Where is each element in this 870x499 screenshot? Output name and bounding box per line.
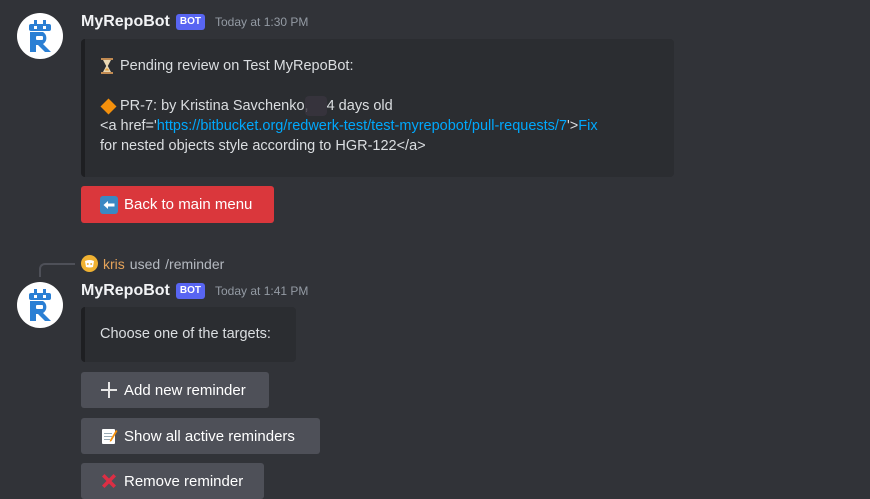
- bot-tag: BOT: [175, 283, 205, 299]
- memo-icon: [100, 427, 118, 445]
- bot-avatar[interactable]: [17, 282, 63, 328]
- command-username[interactable]: kris: [103, 256, 125, 272]
- embed-link-line: <a href='https://bitbucket.org/redwerk-t…: [100, 116, 659, 136]
- pending-title: Pending review on Test MyRepoBot:: [120, 58, 354, 74]
- embed: Choose one of the targets:: [81, 307, 296, 362]
- reply-connector: [39, 263, 75, 277]
- author-name[interactable]: MyRepoBot: [81, 13, 170, 31]
- bot-avatar[interactable]: [17, 13, 63, 59]
- add-new-reminder-button[interactable]: Add new reminder: [81, 372, 269, 408]
- show-reminders-label: Show all active reminders: [124, 427, 295, 445]
- back-button-label: Back to main menu: [124, 196, 253, 213]
- timestamp[interactable]: Today at 1:41 PM: [215, 284, 308, 298]
- message-header: MyRepoBot BOT Today at 1:30 PM: [81, 13, 308, 31]
- command-name[interactable]: /reminder: [165, 256, 224, 272]
- command-usage: kris used /reminder: [81, 255, 224, 272]
- fix-link[interactable]: Fix: [578, 118, 597, 134]
- anchor-mid-text: '>: [567, 118, 579, 134]
- plus-icon: [100, 381, 118, 399]
- choose-target-text: Choose one of the targets:: [100, 326, 271, 342]
- timestamp[interactable]: Today at 1:30 PM: [215, 15, 308, 29]
- left-arrow-icon: [100, 195, 118, 214]
- back-to-main-menu-button[interactable]: Back to main menu: [81, 186, 274, 223]
- bot-logo-icon: [29, 289, 51, 321]
- user-avatar-icon[interactable]: [81, 255, 98, 272]
- embed-last-line: for nested objects style according to HG…: [100, 138, 426, 154]
- bot-tag: BOT: [175, 14, 205, 30]
- remove-reminder-label: Remove reminder: [124, 472, 244, 490]
- bot-logo-icon: [29, 20, 51, 52]
- orange-diamond-icon: [100, 98, 118, 115]
- hourglass-icon: [100, 58, 116, 74]
- embed-line-1: Pending review on Test MyRepoBot:: [100, 56, 659, 76]
- embed: Pending review on Test MyRepoBot: PR-7: …: [81, 39, 674, 177]
- embed-pr-line: PR-7: by Kristina Savchenko, 4 days old: [100, 96, 659, 116]
- show-active-reminders-button[interactable]: Show all active reminders: [81, 418, 320, 454]
- custom-emoji-icon: [304, 96, 327, 116]
- add-reminder-label: Add new reminder: [124, 381, 246, 399]
- message-header: MyRepoBot BOT Today at 1:41 PM: [81, 282, 308, 300]
- pr-age: 4 days old: [326, 98, 393, 114]
- pr-link[interactable]: https://bitbucket.org/redwerk-test/test-…: [157, 118, 567, 134]
- command-used-text: used: [129, 255, 161, 272]
- cross-mark-icon: [100, 472, 118, 490]
- author-name[interactable]: MyRepoBot: [81, 282, 170, 300]
- pr-author: PR-7: by Kristina Savchenko,: [120, 98, 309, 114]
- anchor-open-text: <a href=': [100, 118, 157, 134]
